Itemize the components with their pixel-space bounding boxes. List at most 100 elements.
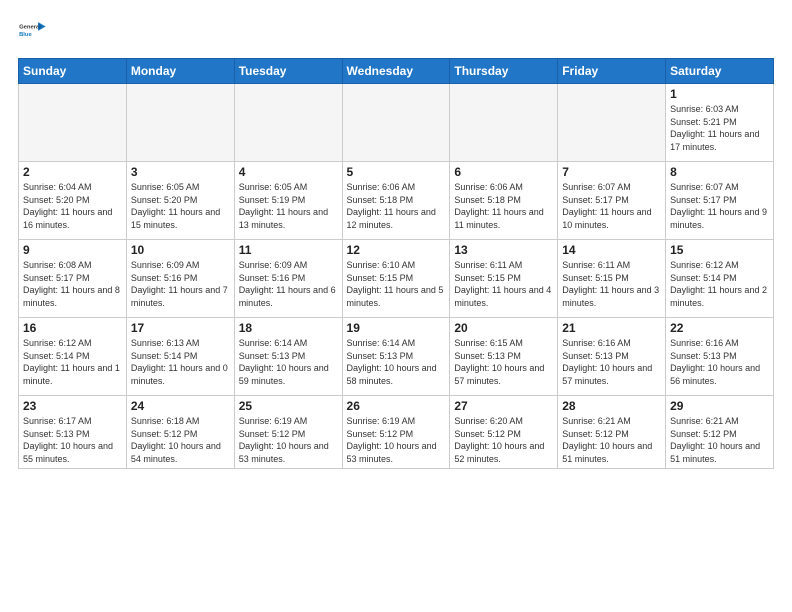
day-number: 7 (562, 165, 661, 179)
day-number: 25 (239, 399, 338, 413)
logo-svg: General Blue (18, 18, 50, 50)
day-info: Sunrise: 6:09 AM Sunset: 5:16 PM Dayligh… (239, 259, 338, 309)
day-number: 4 (239, 165, 338, 179)
day-number: 9 (23, 243, 122, 257)
table-row: 15 Sunrise: 6:12 AM Sunset: 5:14 PM Dayli… (666, 240, 774, 318)
day-number: 11 (239, 243, 338, 257)
table-row: 2 Sunrise: 6:04 AM Sunset: 5:20 PM Daylig… (19, 162, 127, 240)
day-info: Sunrise: 6:16 AM Sunset: 5:13 PM Dayligh… (562, 337, 661, 387)
day-info: Sunrise: 6:05 AM Sunset: 5:20 PM Dayligh… (131, 181, 230, 231)
day-info: Sunrise: 6:20 AM Sunset: 5:12 PM Dayligh… (454, 415, 553, 465)
day-number: 13 (454, 243, 553, 257)
page: General Blue Sunday Monday Tuesday Wedne… (0, 0, 792, 612)
day-number: 14 (562, 243, 661, 257)
day-info: Sunrise: 6:05 AM Sunset: 5:19 PM Dayligh… (239, 181, 338, 231)
table-row: 3 Sunrise: 6:05 AM Sunset: 5:20 PM Daylig… (126, 162, 234, 240)
day-info: Sunrise: 6:14 AM Sunset: 5:13 PM Dayligh… (239, 337, 338, 387)
day-number: 1 (670, 87, 769, 101)
table-row: 16 Sunrise: 6:12 AM Sunset: 5:14 PM Dayli… (19, 318, 127, 396)
day-info: Sunrise: 6:09 AM Sunset: 5:16 PM Dayligh… (131, 259, 230, 309)
day-number: 2 (23, 165, 122, 179)
day-info: Sunrise: 6:14 AM Sunset: 5:13 PM Dayligh… (347, 337, 446, 387)
day-number: 21 (562, 321, 661, 335)
day-number: 19 (347, 321, 446, 335)
day-info: Sunrise: 6:16 AM Sunset: 5:13 PM Dayligh… (670, 337, 769, 387)
table-row: 11 Sunrise: 6:09 AM Sunset: 5:16 PM Dayli… (234, 240, 342, 318)
day-info: Sunrise: 6:15 AM Sunset: 5:13 PM Dayligh… (454, 337, 553, 387)
table-row: 23 Sunrise: 6:17 AM Sunset: 5:13 PM Dayli… (19, 396, 127, 469)
day-info: Sunrise: 6:18 AM Sunset: 5:12 PM Dayligh… (131, 415, 230, 465)
day-number: 8 (670, 165, 769, 179)
table-row: 7 Sunrise: 6:07 AM Sunset: 5:17 PM Daylig… (558, 162, 666, 240)
day-number: 5 (347, 165, 446, 179)
logo: General Blue (18, 18, 50, 50)
day-number: 26 (347, 399, 446, 413)
day-number: 29 (670, 399, 769, 413)
table-row: 24 Sunrise: 6:18 AM Sunset: 5:12 PM Dayli… (126, 396, 234, 469)
day-number: 18 (239, 321, 338, 335)
header-saturday: Saturday (666, 59, 774, 84)
table-row: 10 Sunrise: 6:09 AM Sunset: 5:16 PM Dayli… (126, 240, 234, 318)
header-sunday: Sunday (19, 59, 127, 84)
table-row: 8 Sunrise: 6:07 AM Sunset: 5:17 PM Daylig… (666, 162, 774, 240)
table-row (342, 84, 450, 162)
day-number: 15 (670, 243, 769, 257)
table-row: 28Sunrise: 6:21 AM Sunset: 5:12 PM Dayli… (558, 396, 666, 469)
table-row: 19 Sunrise: 6:14 AM Sunset: 5:13 PM Dayli… (342, 318, 450, 396)
table-row: 25Sunrise: 6:19 AM Sunset: 5:12 PM Dayli… (234, 396, 342, 469)
day-number: 20 (454, 321, 553, 335)
table-row: 12 Sunrise: 6:10 AM Sunset: 5:15 PM Dayli… (342, 240, 450, 318)
table-row (234, 84, 342, 162)
table-row: 26 Sunrise: 6:19 AM Sunset: 5:12 PM Dayli… (342, 396, 450, 469)
day-number: 10 (131, 243, 230, 257)
svg-text:Blue: Blue (19, 32, 32, 38)
day-number: 28 (562, 399, 661, 413)
calendar-table: Sunday Monday Tuesday Wednesday Thursday… (18, 58, 774, 469)
day-number: 12 (347, 243, 446, 257)
table-row: 17 Sunrise: 6:13 AM Sunset: 5:14 PM Dayli… (126, 318, 234, 396)
day-info: Sunrise: 6:06 AM Sunset: 5:18 PM Dayligh… (454, 181, 553, 231)
table-row: 18 Sunrise: 6:14 AM Sunset: 5:13 PM Dayli… (234, 318, 342, 396)
table-row (558, 84, 666, 162)
table-row: 1 Sunrise: 6:03 AM Sunset: 5:21 PM Daylig… (666, 84, 774, 162)
day-number: 16 (23, 321, 122, 335)
table-row (126, 84, 234, 162)
day-info: Sunrise: 6:21 AM Sunset: 5:12 PM Dayligh… (670, 415, 769, 465)
header-wednesday: Wednesday (342, 59, 450, 84)
day-info: Sunrise: 6:07 AM Sunset: 5:17 PM Dayligh… (562, 181, 661, 231)
table-row: 5 Sunrise: 6:06 AM Sunset: 5:18 PM Daylig… (342, 162, 450, 240)
day-number: 23 (23, 399, 122, 413)
day-info: Sunrise: 6:08 AM Sunset: 5:17 PM Dayligh… (23, 259, 122, 309)
day-number: 6 (454, 165, 553, 179)
day-info: Sunrise: 6:10 AM Sunset: 5:15 PM Dayligh… (347, 259, 446, 309)
header-thursday: Thursday (450, 59, 558, 84)
table-row: 22 Sunrise: 6:16 AM Sunset: 5:13 PM Dayli… (666, 318, 774, 396)
table-row: 21 Sunrise: 6:16 AM Sunset: 5:13 PM Dayli… (558, 318, 666, 396)
header-tuesday: Tuesday (234, 59, 342, 84)
day-info: Sunrise: 6:03 AM Sunset: 5:21 PM Dayligh… (670, 103, 769, 153)
day-number: 24 (131, 399, 230, 413)
table-row: 9 Sunrise: 6:08 AM Sunset: 5:17 PM Daylig… (19, 240, 127, 318)
day-number: 17 (131, 321, 230, 335)
day-info: Sunrise: 6:19 AM Sunset: 5:12 PM Dayligh… (347, 415, 446, 465)
day-info: Sunrise: 6:06 AM Sunset: 5:18 PM Dayligh… (347, 181, 446, 231)
table-row: 27 Sunrise: 6:20 AM Sunset: 5:12 PM Dayli… (450, 396, 558, 469)
table-row: 4 Sunrise: 6:05 AM Sunset: 5:19 PM Daylig… (234, 162, 342, 240)
table-row: 14 Sunrise: 6:11 AM Sunset: 5:15 PM Dayli… (558, 240, 666, 318)
table-row (450, 84, 558, 162)
day-info: Sunrise: 6:12 AM Sunset: 5:14 PM Dayligh… (23, 337, 122, 387)
day-info: Sunrise: 6:13 AM Sunset: 5:14 PM Dayligh… (131, 337, 230, 387)
table-row: 6 Sunrise: 6:06 AM Sunset: 5:18 PM Daylig… (450, 162, 558, 240)
day-info: Sunrise: 6:04 AM Sunset: 5:20 PM Dayligh… (23, 181, 122, 231)
day-number: 27 (454, 399, 553, 413)
day-number: 3 (131, 165, 230, 179)
table-row (19, 84, 127, 162)
day-info: Sunrise: 6:07 AM Sunset: 5:17 PM Dayligh… (670, 181, 769, 231)
day-info: Sunrise: 6:12 AM Sunset: 5:14 PM Dayligh… (670, 259, 769, 309)
header-monday: Monday (126, 59, 234, 84)
table-row: 29 Sunrise: 6:21 AM Sunset: 5:12 PM Dayli… (666, 396, 774, 469)
svg-text:General: General (19, 25, 41, 31)
day-info: Sunrise: 6:17 AM Sunset: 5:13 PM Dayligh… (23, 415, 122, 465)
day-number: 22 (670, 321, 769, 335)
day-info: Sunrise: 6:11 AM Sunset: 5:15 PM Dayligh… (562, 259, 661, 309)
